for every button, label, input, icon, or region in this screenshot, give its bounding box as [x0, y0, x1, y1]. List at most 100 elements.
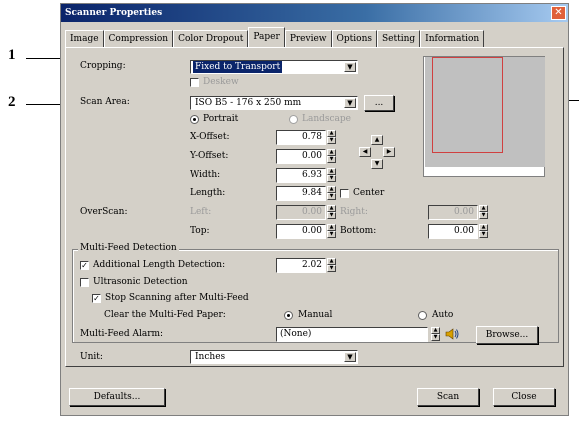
cropping-value: Fixed to Transport	[193, 61, 283, 73]
overscan-top-input[interactable]: 0.00	[276, 224, 326, 239]
spin-up-icon[interactable]: ▲	[327, 168, 336, 175]
unit-dropdown[interactable]: Inches ▼	[190, 350, 358, 364]
overscan-top-label: Top:	[190, 226, 210, 236]
spin-up-icon[interactable]: ▲	[327, 186, 336, 193]
defaults-button[interactable]: Defaults...	[69, 388, 165, 406]
landscape-label: Landscape	[302, 114, 352, 124]
deskew-label: Deskew	[203, 77, 239, 87]
overscan-right-label: Right:	[340, 207, 368, 217]
callout-2: 2	[8, 94, 16, 110]
browse-button[interactable]: Browse...	[476, 326, 538, 344]
ultrasonic-label: Ultrasonic Detection	[93, 277, 188, 287]
additional-length-label: Additional Length Detection:	[93, 260, 226, 270]
center-checkbox[interactable]	[340, 189, 349, 198]
close-button[interactable]: Close	[493, 388, 555, 406]
center-label: Center	[353, 188, 385, 198]
width-label: Width:	[190, 170, 221, 180]
tab-paper[interactable]: Paper	[248, 27, 285, 47]
additional-length-spin-buttons[interactable]: ▲ ▼	[327, 258, 336, 273]
portrait-radio[interactable]	[190, 115, 199, 124]
paper-preview	[423, 56, 545, 177]
callout-1: 1	[8, 47, 16, 63]
tab-color-dropout[interactable]: Color Dropout	[173, 30, 249, 47]
tab-options[interactable]: Options	[331, 30, 377, 47]
preview-page-outline	[432, 57, 503, 153]
unit-label: Unit:	[80, 352, 103, 362]
overscan-left-spin-buttons[interactable]: ▲ ▼	[327, 205, 336, 220]
additional-length-checkbox[interactable]: ✓	[80, 261, 89, 270]
spin-down-icon[interactable]: ▼	[327, 193, 336, 200]
length-input[interactable]: 9.84	[276, 186, 326, 201]
auto-radio[interactable]	[418, 311, 427, 320]
overscan-left-input[interactable]: 0.00	[276, 205, 326, 220]
spin-up-icon[interactable]: ▲	[479, 224, 488, 231]
spin-down-icon[interactable]: ▼	[327, 212, 336, 219]
speaker-icon[interactable]	[444, 327, 460, 341]
stop-scanning-checkbox[interactable]: ✓	[92, 294, 101, 303]
clear-multifed-label: Clear the Multi-Fed Paper:	[104, 310, 226, 320]
length-spin-buttons[interactable]: ▲ ▼	[327, 186, 336, 201]
manual-radio[interactable]	[284, 311, 293, 320]
landscape-radio[interactable]	[289, 115, 298, 124]
chevron-down-icon[interactable]: ▼	[344, 62, 356, 72]
nudge-right-icon[interactable]: ▶	[383, 147, 395, 157]
spin-down-icon[interactable]: ▼	[327, 175, 336, 182]
x-offset-input[interactable]: 0.78	[276, 130, 326, 145]
alarm-spin-buttons[interactable]: ▲ ▼	[431, 327, 440, 342]
chevron-down-icon[interactable]: ▼	[344, 352, 356, 362]
nudge-up-icon[interactable]: ▲	[371, 135, 383, 145]
overscan-right-spin-buttons[interactable]: ▲ ▼	[479, 205, 488, 220]
unit-value: Inches	[195, 352, 226, 362]
cropping-dropdown[interactable]: Fixed to Transport ▼	[190, 60, 358, 74]
spin-up-icon[interactable]: ▲	[327, 149, 336, 156]
manual-label: Manual	[298, 310, 333, 320]
title-bar: Scanner Properties ✕	[61, 4, 568, 22]
spin-down-icon[interactable]: ▼	[479, 212, 488, 219]
nudge-left-icon[interactable]: ◀	[359, 147, 371, 157]
scan-area-dropdown[interactable]: ISO B5 - 176 x 250 mm ▼	[190, 96, 358, 110]
width-input[interactable]: 6.93	[276, 168, 326, 183]
spin-up-icon[interactable]: ▲	[327, 130, 336, 137]
spin-down-icon[interactable]: ▼	[327, 265, 336, 272]
tab-image[interactable]: Image	[65, 30, 104, 47]
additional-length-input[interactable]: 2.02	[276, 258, 326, 273]
spin-down-icon[interactable]: ▼	[479, 231, 488, 238]
overscan-label: OverScan:	[80, 207, 128, 217]
tab-compression[interactable]: Compression	[103, 30, 174, 47]
spin-up-icon[interactable]: ▲	[479, 205, 488, 212]
overscan-right-input[interactable]: 0.00	[428, 205, 478, 220]
window-title: Scanner Properties	[65, 8, 163, 18]
overscan-bottom-label: Bottom:	[340, 226, 377, 236]
scanner-properties-dialog: Scanner Properties ✕ Image Compression C…	[60, 3, 569, 416]
tab-information[interactable]: Information	[420, 30, 485, 47]
overscan-bottom-spin-buttons[interactable]: ▲ ▼	[479, 224, 488, 239]
tab-setting[interactable]: Setting	[376, 30, 421, 47]
scan-button[interactable]: Scan	[417, 388, 479, 406]
stop-scanning-label: Stop Scanning after Multi-Feed	[105, 293, 249, 303]
spin-up-icon[interactable]: ▲	[431, 327, 440, 334]
y-offset-spin-buttons[interactable]: ▲ ▼	[327, 149, 336, 164]
spin-up-icon[interactable]: ▲	[327, 224, 336, 231]
spin-down-icon[interactable]: ▼	[327, 156, 336, 163]
overscan-bottom-input[interactable]: 0.00	[428, 224, 478, 239]
y-offset-input[interactable]: 0.00	[276, 149, 326, 164]
width-spin-buttons[interactable]: ▲ ▼	[327, 168, 336, 183]
x-offset-spin-buttons[interactable]: ▲ ▼	[327, 130, 336, 145]
overscan-top-spin-buttons[interactable]: ▲ ▼	[327, 224, 336, 239]
scan-area-more-button[interactable]: ...	[364, 95, 394, 111]
tab-preview[interactable]: Preview	[284, 30, 332, 47]
spin-up-icon[interactable]: ▲	[327, 258, 336, 265]
x-offset-label: X-Offset:	[190, 132, 230, 142]
chevron-down-icon[interactable]: ▼	[344, 98, 356, 108]
deskew-checkbox[interactable]	[190, 78, 199, 87]
spin-down-icon[interactable]: ▼	[327, 137, 336, 144]
multifeed-group-title: Multi-Feed Detection	[78, 243, 179, 253]
close-icon[interactable]: ✕	[551, 6, 566, 20]
alarm-input[interactable]: (None)	[276, 327, 428, 342]
ultrasonic-checkbox[interactable]	[80, 278, 89, 287]
scan-area-label: Scan Area:	[80, 97, 130, 107]
spin-down-icon[interactable]: ▼	[327, 231, 336, 238]
spin-down-icon[interactable]: ▼	[431, 334, 440, 341]
nudge-down-icon[interactable]: ▼	[371, 159, 383, 169]
spin-up-icon[interactable]: ▲	[327, 205, 336, 212]
